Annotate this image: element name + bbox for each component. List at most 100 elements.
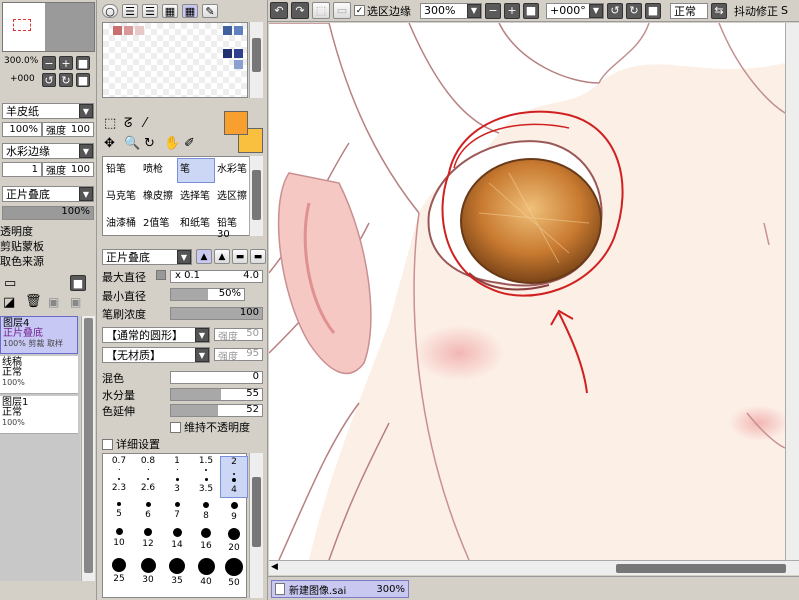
canvas[interactable] <box>269 23 785 560</box>
max-diameter-toggle[interactable] <box>156 270 166 280</box>
scratchpad-tab[interactable]: ▦ <box>182 4 198 18</box>
brush-material-select[interactable]: 【无材质】 ▼ <box>102 347 210 363</box>
new-folder-icon[interactable]: ▭ <box>4 276 16 291</box>
size-cell[interactable]: 6 <box>134 502 162 524</box>
rotate-reset-button[interactable]: ■ <box>76 73 90 87</box>
size-cell[interactable]: 25 <box>105 558 133 588</box>
brush-shape-mid-icon[interactable]: ▲ <box>214 249 230 264</box>
size-cell[interactable]: 3.5 <box>192 478 220 496</box>
brush-shape-soft-icon[interactable]: ▬ <box>232 249 248 264</box>
size-cell[interactable]: 9 <box>220 502 248 524</box>
tool-brush[interactable]: 笔 <box>177 158 215 183</box>
size-cell[interactable]: 1 <box>163 456 191 474</box>
brush-shape-flat-icon[interactable]: ▬ <box>250 249 266 264</box>
water-slider[interactable]: 55 <box>170 388 263 401</box>
clipping-mask-option[interactable]: 剪贴蒙板 <box>0 239 44 254</box>
layer-opacity-slider[interactable]: 100% <box>2 206 94 220</box>
magic-wand-icon[interactable]: ⁄ <box>144 116 164 136</box>
tool-pencil[interactable]: 铅笔 <box>103 158 141 183</box>
extend-slider[interactable]: 52 <box>170 404 263 417</box>
hsv-slider-tab[interactable]: ☰ <box>142 4 158 18</box>
size-cell[interactable]: 0.8 <box>134 456 162 474</box>
rotate-left-button[interactable]: ↺ <box>607 2 623 19</box>
size-cell[interactable]: 8 <box>192 502 220 524</box>
zoom-icon[interactable]: 🔍 <box>124 136 144 156</box>
rotate-icon[interactable]: ↻ <box>144 136 164 156</box>
edge-strength[interactable]: 强度 100 <box>42 162 94 177</box>
canvas-vertical-scrollbar[interactable] <box>785 23 799 560</box>
deselect-icon[interactable]: ⬚ <box>312 2 330 19</box>
size-cell[interactable]: 4 <box>220 478 248 496</box>
texture-select[interactable]: 羊皮纸 ▼ <box>2 103 94 119</box>
merge-all-icon[interactable]: ▣ <box>70 295 81 309</box>
size-cell[interactable]: 16 <box>192 528 220 554</box>
size-cell[interactable]: 20 <box>220 528 248 554</box>
tool-washi-pen[interactable]: 和纸笔 <box>177 212 215 237</box>
min-diameter-slider[interactable]: 50% <box>170 288 245 301</box>
view-mode-field[interactable]: 正常 <box>670 2 708 19</box>
size-scrollbar[interactable] <box>249 453 263 598</box>
canvas-horizontal-scrollbar[interactable]: ◀ <box>269 560 799 575</box>
max-diameter-slider[interactable]: x 0.1 4.0 <box>170 270 263 283</box>
tool-select-eraser[interactable]: 选区擦 <box>214 185 252 210</box>
tool-select-pen[interactable]: 选择笔 <box>177 185 215 210</box>
eyedropper-icon[interactable]: ✐ <box>184 136 204 156</box>
tool-scrollbar[interactable] <box>249 156 263 236</box>
size-cell[interactable]: 14 <box>163 528 191 554</box>
zoom-in-button[interactable]: + <box>59 56 73 70</box>
selection-edge-checkbox[interactable]: ✓ 选区边缘 <box>354 3 411 19</box>
sample-source-option[interactable]: 取色来源 <box>0 254 44 269</box>
swatch-tab[interactable]: ▦ <box>162 4 178 18</box>
tool-pencil30[interactable]: 铅笔30 <box>214 212 252 240</box>
density-slider[interactable]: 100 <box>170 307 263 320</box>
size-cell[interactable]: 35 <box>163 558 191 588</box>
brush-shape-hard-icon[interactable]: ▲ <box>196 249 212 264</box>
rgb-slider-tab[interactable]: ☰ <box>122 4 138 18</box>
size-cell[interactable]: 0.7 <box>105 456 133 474</box>
size-cell[interactable]: 1.5 <box>192 456 220 474</box>
brush-shape-select[interactable]: 【通常的圆形】 ▼ <box>102 327 210 343</box>
edge-value[interactable]: 1 <box>2 162 42 177</box>
new-layer-icon[interactable]: ◪ <box>3 295 15 310</box>
color-wheel-tab[interactable]: ○ <box>102 4 118 18</box>
size-cell[interactable]: 3 <box>163 478 191 496</box>
texture-percent[interactable]: 100% <box>2 122 42 137</box>
layer-scrollbar[interactable] <box>81 316 95 581</box>
detail-settings-checkbox[interactable]: 详细设置 <box>102 436 160 452</box>
layer-settings-button[interactable]: ■ <box>70 275 86 291</box>
tool-bucket[interactable]: 油漆桶 <box>103 212 141 237</box>
zoom-reset-button[interactable]: ■ <box>76 56 90 70</box>
undo-icon[interactable]: ↶ <box>270 2 288 19</box>
layer-blend-select[interactable]: 正片叠底 ▼ <box>2 186 94 202</box>
size-cell[interactable]: 40 <box>192 558 220 588</box>
navigator-preview[interactable] <box>2 2 95 52</box>
merge-down-icon[interactable]: ▣ <box>48 295 59 309</box>
layer-item[interactable]: 图层4 正片叠底 100% 剪裁 取样 <box>0 316 78 354</box>
tool-eraser[interactable]: 橡皮擦 <box>140 185 178 210</box>
document-tab[interactable]: 新建图像.sai 300% <box>271 580 409 598</box>
angle-select[interactable]: +000° ▼ <box>546 2 604 19</box>
trash-icon[interactable]: 🗑 <box>25 294 42 309</box>
tool-binary-pen[interactable]: 2值笔 <box>140 212 178 237</box>
tool-marker[interactable]: 马克笔 <box>103 185 141 210</box>
rotate-left-button[interactable]: ↺ <box>42 73 56 87</box>
zoom-out-button[interactable]: − <box>42 56 56 70</box>
layer-item[interactable]: 图层1 正常 100% <box>0 396 78 434</box>
tool-watercolor[interactable]: 水彩笔 <box>214 158 252 183</box>
tool-airbrush[interactable]: 喷枪 <box>140 158 178 183</box>
rotate-right-button[interactable]: ↻ <box>626 2 642 19</box>
texture-strength[interactable]: 强度 100 <box>42 122 94 137</box>
shape-strength-slider[interactable]: 强度 50 <box>214 328 263 343</box>
move-icon[interactable]: ✥ <box>104 136 124 156</box>
flip-icon[interactable]: ⇆ <box>711 2 727 19</box>
layer-item[interactable]: 线稿 正常 100% <box>0 356 78 394</box>
stabilizer-value[interactable]: S <box>781 4 788 17</box>
brush-blend-select[interactable]: 正片叠底 ▼ <box>102 249 192 265</box>
rotate-reset-button[interactable]: ■ <box>645 2 661 19</box>
size-cell[interactable]: 12 <box>134 528 162 554</box>
scratchpad-edit-tab[interactable]: ✎ <box>202 4 218 18</box>
hand-icon[interactable]: ✋ <box>164 136 184 156</box>
size-cell[interactable]: 7 <box>163 502 191 524</box>
preserve-opacity-option[interactable]: 透明度 <box>0 224 44 239</box>
material-strength-slider[interactable]: 强度 95 <box>214 348 263 363</box>
